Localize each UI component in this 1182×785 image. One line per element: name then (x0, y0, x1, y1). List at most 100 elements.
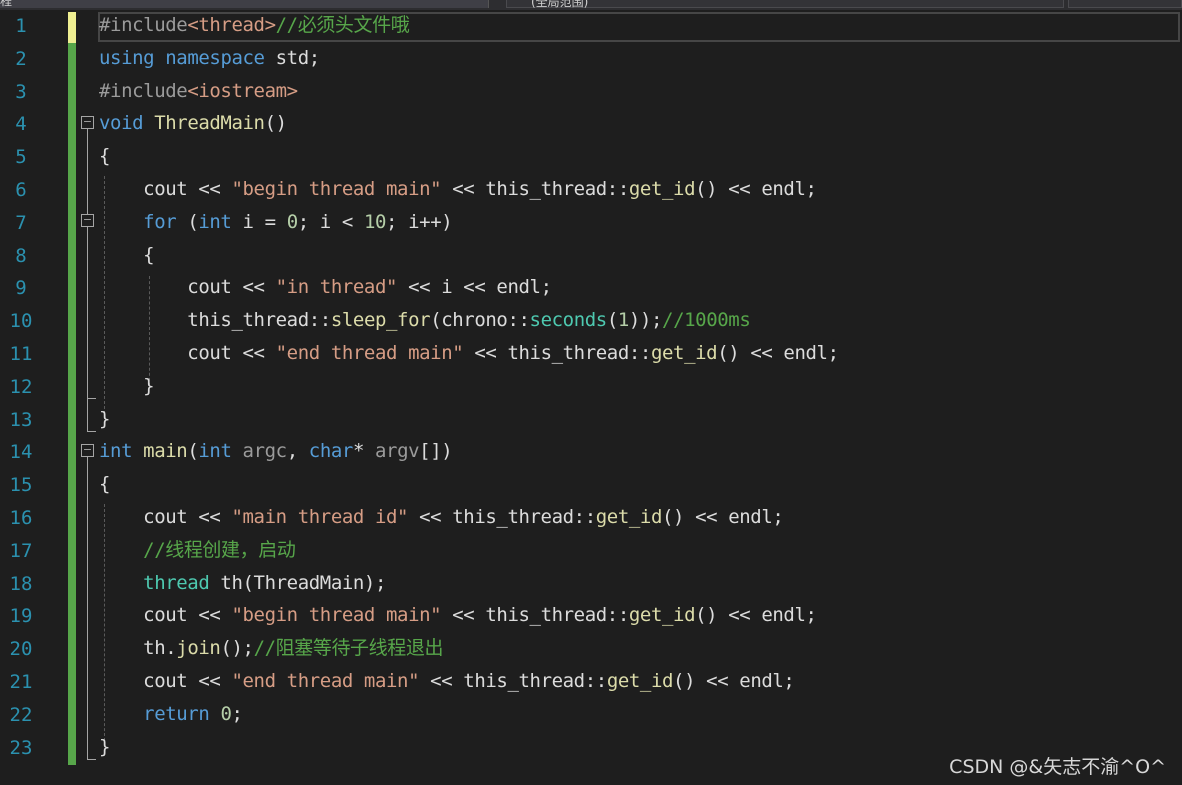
code-line[interactable]: 14 int main(int argc, char* argv[]) (0, 436, 1182, 469)
code-text[interactable]: cout << "end thread main" << this_thread… (99, 666, 795, 697)
code-line[interactable]: 11 cout << "end thread main" << this_thr… (0, 338, 1182, 371)
code-token: #include (99, 79, 188, 102)
line-number: 17 (9, 539, 33, 562)
code-text[interactable]: cout << "begin thread main" << this_thre… (99, 174, 817, 205)
code-text[interactable]: cout << "in thread" << i << endl; (99, 272, 552, 303)
code-token: //必须头文件哦 (275, 14, 410, 36)
line-number: 19 (9, 605, 33, 628)
code-text[interactable]: { (99, 240, 154, 271)
line-number: 7 (15, 211, 27, 234)
code-text[interactable]: } (99, 371, 154, 402)
code-token: (chrono:: (430, 309, 530, 332)
code-token: //1000ms (662, 309, 751, 332)
code-token: cout << (99, 178, 232, 200)
code-line[interactable]: 3 #include<iostream> (0, 76, 1182, 109)
line-number: 10 (9, 310, 33, 333)
code-line[interactable]: 21 cout << "end thread main" << this_thr… (0, 666, 1182, 699)
code-token: cout << (99, 506, 232, 528)
line-number: 9 (15, 277, 27, 300)
code-token: <thread> (187, 14, 276, 36)
code-token: "end thread main" (275, 342, 464, 364)
member-dropdown[interactable] (1068, 0, 1182, 8)
code-token: () << endl; (695, 604, 817, 627)
code-token: namespace (165, 46, 265, 69)
code-token: ; i < (297, 210, 364, 233)
code-text[interactable]: thread th(ThreadMain); (99, 568, 386, 599)
code-editor[interactable]: − − − 1 #include<thread>//必须头文件哦 2 using na… (0, 10, 1182, 785)
code-text[interactable]: this_thread::sleep_for(chrono::seconds(1… (99, 305, 750, 336)
code-line[interactable]: 8 { (0, 240, 1182, 273)
line-number: 20 (9, 638, 33, 661)
code-token: th(ThreadMain); (209, 571, 387, 594)
code-line[interactable]: 17 //线程创建，启动 (0, 535, 1182, 568)
code-text[interactable]: void ThreadMain() (99, 108, 287, 139)
code-line[interactable]: 16 cout << "main thread id" << this_thre… (0, 502, 1182, 535)
code-token: ( (176, 210, 199, 233)
code-token: << this_thread:: (441, 178, 629, 200)
code-text[interactable]: //线程创建，启动 (99, 535, 296, 566)
code-line[interactable]: 20 th.join();//阻塞等待子线程退出 (0, 633, 1182, 666)
code-token: ; i++) (386, 210, 453, 233)
code-text[interactable]: #include<iostream> (99, 76, 298, 107)
code-text[interactable]: int main(int argc, char* argv[]) (99, 436, 453, 467)
code-line[interactable]: 12 } (0, 371, 1182, 404)
code-text[interactable]: th.join();//阻塞等待子线程退出 (99, 633, 443, 664)
code-line[interactable]: 7 for (int i = 0; i < 10; i++) (0, 207, 1182, 240)
code-token: * (352, 440, 376, 463)
code-token: #include (99, 14, 188, 36)
code-line[interactable]: 1 #include<thread>//必须头文件哦 (0, 10, 1182, 43)
code-line[interactable]: 19 cout << "begin thread main" << this_t… (0, 600, 1182, 633)
code-text[interactable]: { (99, 469, 110, 500)
code-text[interactable]: } (99, 404, 110, 435)
line-number: 3 (15, 80, 27, 103)
code-token: cout << (99, 342, 276, 364)
code-text[interactable]: } (99, 732, 110, 763)
code-token: () (264, 112, 287, 135)
line-number: 8 (15, 244, 27, 267)
code-token: "main thread id" (231, 506, 409, 528)
code-token: } (99, 735, 111, 758)
code-line[interactable]: 10 this_thread::sleep_for(chrono::second… (0, 305, 1182, 338)
code-token: (); (220, 637, 254, 660)
code-token: ( (187, 440, 199, 463)
code-line[interactable]: 5{ (0, 141, 1182, 174)
code-line[interactable]: 13} (0, 404, 1182, 437)
code-token: "in thread" (275, 276, 398, 299)
code-text[interactable]: using namespace std; (99, 43, 320, 74)
code-token: get_id (595, 506, 663, 528)
code-token: get_id (606, 670, 674, 692)
code-text[interactable]: cout << "main thread id" << this_thread:… (99, 502, 784, 533)
code-line[interactable]: 6 cout << "begin thread main" << this_th… (0, 174, 1182, 207)
line-number: 11 (9, 343, 33, 365)
code-line[interactable]: 2 using namespace std; (0, 43, 1182, 76)
code-line[interactable]: 22 return 0; (0, 699, 1182, 732)
code-text[interactable]: { (99, 141, 110, 172)
code-token: int (198, 440, 232, 463)
line-number: 18 (9, 572, 33, 595)
code-token: () << endl; (695, 178, 817, 200)
code-token: std; (264, 46, 321, 69)
code-token: } (99, 407, 111, 430)
code-token: ThreadMain (154, 112, 265, 135)
code-token: get_id (628, 178, 696, 200)
code-text[interactable]: cout << "begin thread main" << this_thre… (99, 600, 817, 631)
code-token: th. (99, 637, 177, 660)
code-line[interactable]: 18 thread th(ThreadMain); (0, 568, 1182, 601)
line-number: 6 (15, 179, 27, 201)
code-line[interactable]: 9 cout << "in thread" << i << endl; (0, 272, 1182, 305)
scope-dropdown[interactable]: (全局范围) (506, 0, 1064, 9)
code-text[interactable]: return 0; (99, 699, 243, 730)
code-line[interactable]: 4 void ThreadMain() (0, 108, 1182, 141)
code-token: cout << (99, 670, 232, 692)
code-token: () << endl; (673, 670, 795, 692)
code-text[interactable]: cout << "end thread main" << this_thread… (99, 338, 839, 369)
project-dropdown[interactable]: 程 (0, 0, 489, 8)
line-number: 15 (9, 474, 33, 497)
code-text[interactable]: #include<thread>//必须头文件哦 (99, 10, 410, 41)
code-line[interactable]: 15 { (0, 469, 1182, 502)
code-text[interactable]: for (int i = 0; i < 10; i++) (99, 207, 453, 238)
